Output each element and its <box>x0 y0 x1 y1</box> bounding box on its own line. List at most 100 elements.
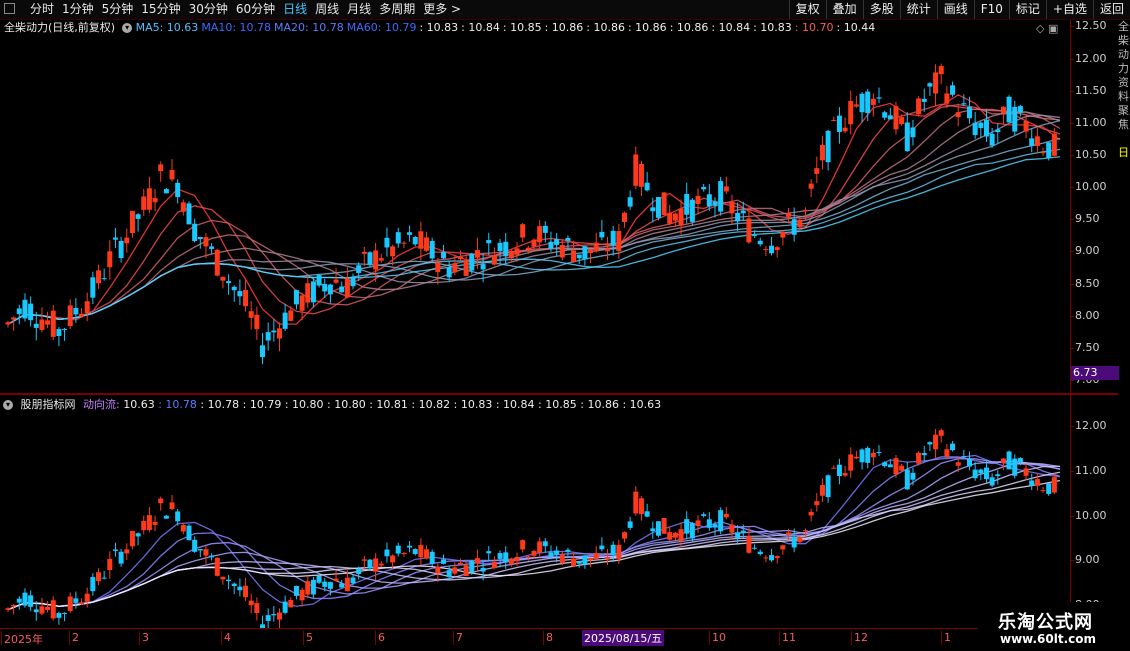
sub-candle-body <box>853 456 859 459</box>
action-button-4[interactable]: 画线 <box>936 0 974 19</box>
period-tab-6[interactable]: 日线 <box>279 2 311 17</box>
sub-candle-body <box>226 579 232 582</box>
collapse-icon[interactable]: ▾ <box>3 400 13 410</box>
period-tab-0[interactable]: 分时 <box>26 2 58 17</box>
sub-ma-line-4 <box>7 462 1061 611</box>
sub-ma-line-5 <box>7 465 1061 611</box>
period-tab-10[interactable]: 更多 > <box>419 2 465 17</box>
sub-candle-body <box>678 529 684 542</box>
period-tab-9[interactable]: 多周期 <box>375 2 419 17</box>
main-candle-body <box>474 250 480 258</box>
sub-candle-body <box>327 582 333 589</box>
sub-candle-body <box>876 452 882 454</box>
main-candle-body <box>961 103 967 105</box>
main-candle-body <box>441 251 447 259</box>
action-button-7[interactable]: +自选 <box>1045 0 1093 19</box>
sub-candle-body <box>531 550 537 556</box>
main-candle-body <box>638 164 644 187</box>
panel-divider[interactable] <box>0 393 1118 395</box>
main-candle-body <box>124 237 130 244</box>
action-button-5[interactable]: F10 <box>973 0 1009 19</box>
main-candle-body <box>62 328 68 330</box>
sub-candle-body <box>28 595 34 607</box>
sub-candle-body <box>418 545 424 558</box>
sub-candle-body <box>537 541 543 553</box>
sub-candle-body <box>899 465 905 471</box>
main-candle-body <box>401 242 407 244</box>
sub-candle-body <box>887 464 893 468</box>
main-candle-body <box>1029 138 1035 146</box>
main-candle-body <box>706 194 712 207</box>
period-tab-2[interactable]: 5分钟 <box>98 2 138 17</box>
sub-candle-body <box>882 462 888 467</box>
sub-candle-body <box>786 532 792 535</box>
indicator-value-3: : 10.79 <box>239 398 282 411</box>
sub-candle-body <box>503 552 509 563</box>
main-candle-body <box>288 310 294 321</box>
sub-candle-body <box>373 558 379 572</box>
sub-candle-body <box>1012 458 1018 476</box>
period-tab-3[interactable]: 15分钟 <box>137 2 184 17</box>
action-button-3[interactable]: 统计 <box>899 0 937 19</box>
sub-candle-body <box>571 558 577 567</box>
main-candle-body <box>627 197 633 207</box>
sub-candle-body <box>735 532 741 539</box>
sub-candle-body <box>463 565 469 577</box>
period-tab-1[interactable]: 1分钟 <box>58 2 98 17</box>
sub-candle-body <box>124 549 130 554</box>
sub-candle-body <box>90 577 96 592</box>
period-tab-7[interactable]: 周线 <box>311 2 343 17</box>
sub-candle-body <box>1023 468 1029 476</box>
action-button-2[interactable]: 多股 <box>862 0 900 19</box>
indicator-chart[interactable] <box>0 413 1070 628</box>
main-candle-body <box>248 311 254 318</box>
main-candle-body <box>1046 142 1052 158</box>
main-candle-body <box>763 249 769 251</box>
action-button-1[interactable]: 叠加 <box>825 0 863 19</box>
sub-candle-body <box>814 501 820 506</box>
candlestick-chart[interactable] <box>0 20 1070 393</box>
watermark-url: www.60lt.com <box>1000 632 1097 646</box>
main-candle-body <box>1012 106 1018 132</box>
sub-candle-body <box>819 485 825 496</box>
indicator-value-6: : 10.81 <box>365 398 408 411</box>
sub-candle-body <box>175 511 181 522</box>
main-candle-body <box>254 314 260 330</box>
period-tab-8[interactable]: 月线 <box>343 2 375 17</box>
period-tab-5[interactable]: 60分钟 <box>232 2 279 17</box>
main-candle-body <box>214 249 220 276</box>
main-candle-body <box>56 329 62 337</box>
indicator-value-0: 10.63 <box>123 398 155 411</box>
period-tab-4[interactable]: 30分钟 <box>185 2 232 17</box>
sub-candle-body <box>265 615 271 621</box>
sub-candle-body <box>746 536 752 553</box>
main-candle-body <box>1040 152 1046 154</box>
watermark: 乐淘公式网 www.60lt.com <box>978 602 1130 650</box>
sub-candle-body <box>169 502 175 509</box>
date-label-9: 11 <box>779 631 796 645</box>
sub-candle-body <box>978 469 984 474</box>
sub-candle-body <box>50 600 56 619</box>
main-candle-body <box>90 277 96 298</box>
main-candle-body <box>910 127 916 138</box>
main-candle-body <box>463 260 469 276</box>
indicator-value-1: : 10.78 <box>154 398 197 411</box>
main-ma-line-6 <box>7 119 1061 325</box>
sub-candle-body <box>231 583 237 587</box>
sub-candle-body <box>367 559 373 569</box>
sub-candle-body <box>910 472 916 480</box>
period-tabs: 分时 1分钟 5分钟 15分钟 30分钟 60分钟 日线 周线 月线 多周期 更多 > <box>26 2 465 17</box>
sub-candle-body <box>271 614 277 616</box>
pin-icon[interactable] <box>4 3 15 14</box>
right-info-strip[interactable]: 全柴动力资料聚焦 日 <box>1118 20 1130 628</box>
sub-candle-body <box>525 556 531 558</box>
sub-candle-body <box>56 613 62 618</box>
sub-candle-body <box>520 540 526 550</box>
action-button-6[interactable]: 标记 <box>1008 0 1046 19</box>
price-tick-3: 11.00 <box>1070 115 1107 129</box>
action-button-8[interactable]: 返回 <box>1092 0 1130 19</box>
main-candle-body <box>163 189 169 194</box>
main-candle-body <box>661 192 667 216</box>
action-button-0[interactable]: 复权 <box>788 0 826 19</box>
main-candle-body <box>542 225 548 233</box>
